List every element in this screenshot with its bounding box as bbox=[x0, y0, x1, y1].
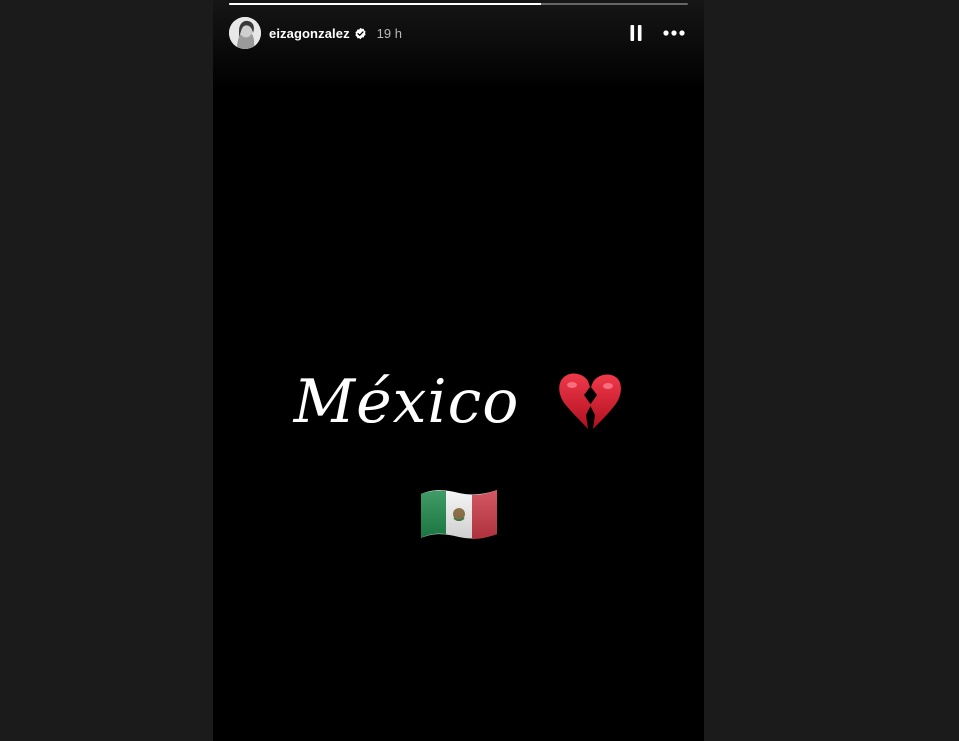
page: eizagonzalez 19 h México bbox=[0, 0, 959, 741]
broken-heart-emoji bbox=[559, 373, 622, 429]
verified-badge-icon bbox=[354, 27, 367, 40]
story-progress-fill bbox=[229, 3, 542, 5]
story-progress-bar bbox=[229, 3, 688, 5]
caption-row: México bbox=[213, 360, 704, 444]
story-content: México bbox=[213, 360, 704, 544]
more-options-button[interactable] bbox=[660, 21, 688, 45]
more-options-icon bbox=[663, 30, 685, 36]
story-viewer[interactable]: eizagonzalez 19 h México bbox=[213, 0, 704, 741]
mexico-flag-emoji bbox=[420, 490, 497, 539]
flag-row bbox=[213, 484, 704, 544]
pause-button[interactable] bbox=[624, 21, 648, 45]
story-username[interactable]: eizagonzalez bbox=[269, 26, 350, 41]
pause-icon bbox=[630, 25, 642, 41]
avatar[interactable] bbox=[229, 17, 261, 49]
avatar-image bbox=[229, 17, 261, 49]
story-header: eizagonzalez 19 h bbox=[229, 17, 688, 49]
story-caption: México bbox=[293, 367, 520, 437]
story-timestamp: 19 h bbox=[376, 25, 402, 41]
